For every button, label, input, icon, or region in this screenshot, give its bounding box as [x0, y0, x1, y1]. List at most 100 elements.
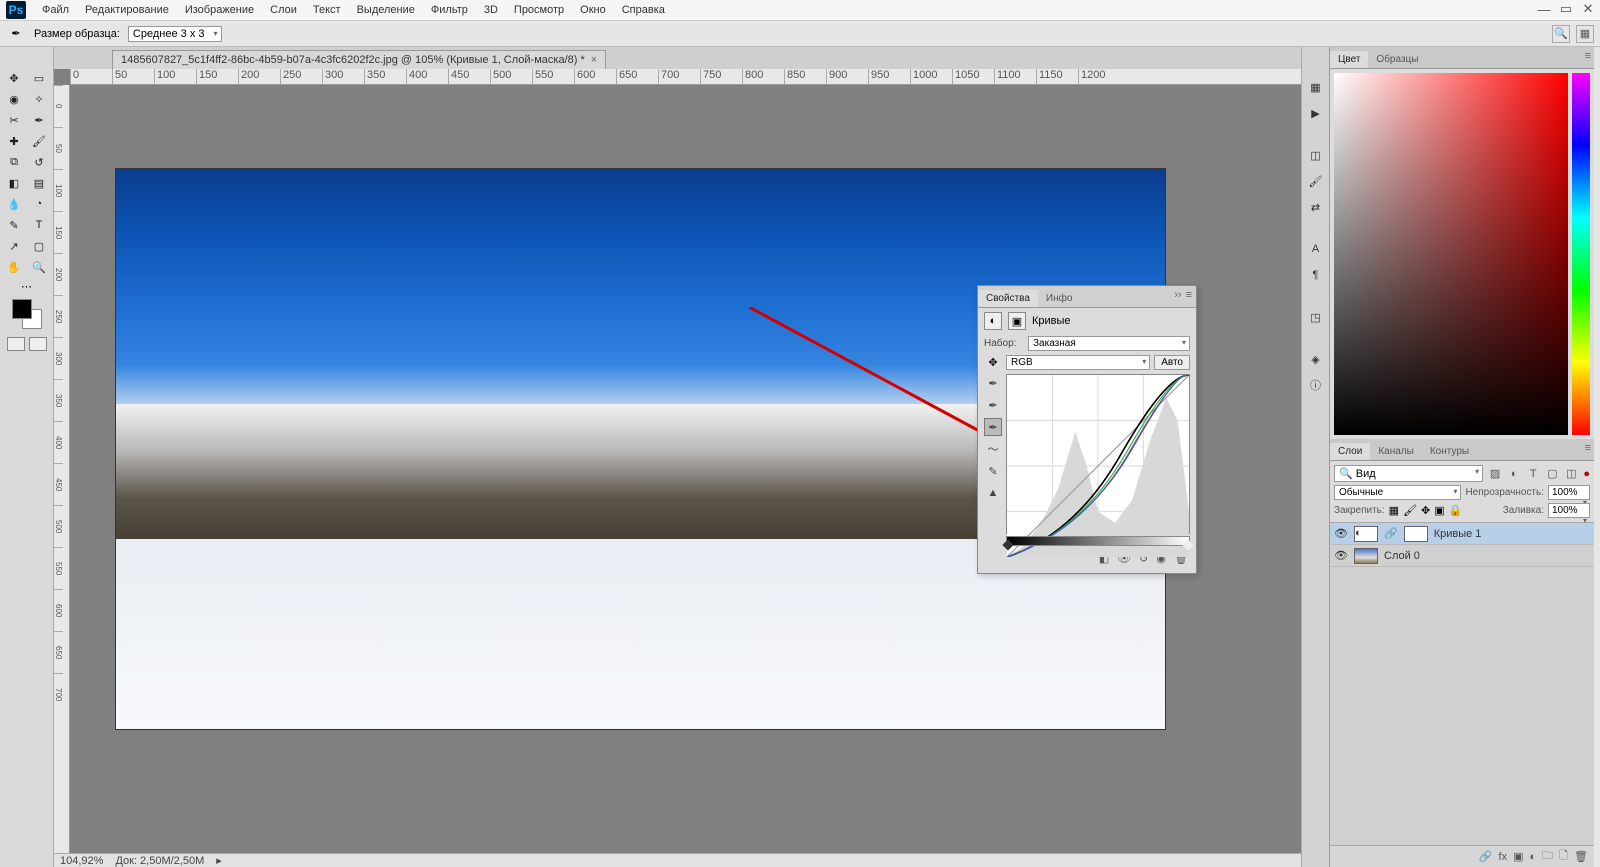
path-tool[interactable]: ↗: [3, 237, 25, 255]
close-button[interactable]: ✕: [1580, 2, 1596, 16]
menu-edit[interactable]: Редактирование: [77, 4, 177, 16]
tab-info[interactable]: Инфо: [1038, 290, 1081, 307]
menu-view[interactable]: Просмотр: [506, 4, 572, 16]
eyedropper-tool[interactable]: ✒: [28, 111, 50, 129]
curve-pencil-icon[interactable]: ✎: [984, 462, 1002, 480]
brush-tool[interactable]: 🖌: [28, 132, 50, 150]
new-group-icon[interactable]: 🗀: [1542, 847, 1553, 866]
pen-tool[interactable]: ✎: [3, 216, 25, 234]
tab-close-icon[interactable]: ×: [591, 54, 597, 66]
menu-image[interactable]: Изображение: [177, 4, 262, 16]
layer-thumbnail[interactable]: [1354, 548, 1378, 564]
link-layers-icon[interactable]: 🔗: [1479, 850, 1493, 863]
opacity-input[interactable]: 100%: [1548, 485, 1590, 500]
brushes-icon[interactable]: 🖌: [1306, 171, 1326, 191]
input-range-slider[interactable]: [1006, 536, 1190, 546]
link-icon[interactable]: 🔗: [1384, 527, 1398, 540]
stamp-tool[interactable]: ⧉: [3, 153, 25, 171]
crop-tool[interactable]: ✂: [3, 111, 25, 129]
auto-button[interactable]: Авто: [1154, 355, 1190, 370]
black-point-eyedropper[interactable]: ✒: [984, 374, 1002, 392]
layer-name[interactable]: Кривые 1: [1434, 528, 1482, 540]
adjustment-thumbnail[interactable]: ◐: [1354, 526, 1378, 542]
gray-point-eyedropper[interactable]: ✒: [984, 396, 1002, 414]
quickmask-toggle[interactable]: [7, 337, 25, 351]
color-panel-menu-icon[interactable]: ≡: [1585, 50, 1591, 62]
panel-menu-icon[interactable]: ≡: [1186, 289, 1192, 301]
layer-kind-filter[interactable]: 🔍 Вид: [1334, 465, 1483, 482]
tab-layers[interactable]: Слои: [1330, 443, 1370, 460]
white-point-eyedropper[interactable]: ✒: [984, 418, 1002, 436]
hand-tool[interactable]: ✋: [3, 258, 25, 276]
move-tool[interactable]: ✥: [3, 69, 25, 87]
delete-layer-icon[interactable]: 🗑: [1574, 850, 1588, 863]
new-layer-icon[interactable]: 🗋: [1559, 847, 1568, 866]
collapse-icon[interactable]: ››: [1174, 289, 1181, 301]
adjustments-icon[interactable]: ⇄: [1306, 197, 1326, 217]
maximize-button[interactable]: ▭: [1558, 2, 1574, 16]
3d-icon[interactable]: ◳: [1306, 307, 1326, 327]
lock-artboard-icon[interactable]: ▣: [1434, 504, 1444, 517]
shape-tool[interactable]: ▢: [28, 237, 50, 255]
menu-select[interactable]: Выделение: [349, 4, 423, 16]
lock-position-icon[interactable]: ✥: [1421, 504, 1430, 517]
hue-slider[interactable]: [1572, 73, 1590, 435]
edit-toolbar-button[interactable]: ⋯: [21, 280, 32, 293]
menu-help[interactable]: Справка: [614, 4, 673, 16]
menu-file[interactable]: Файл: [34, 4, 77, 16]
mask-thumbnail[interactable]: [1404, 526, 1428, 542]
color-field[interactable]: [1334, 73, 1568, 435]
layer-mask-icon[interactable]: ▣: [1513, 850, 1523, 863]
curves-graph[interactable]: [1006, 374, 1190, 534]
sample-size-dropdown[interactable]: Среднее 3 x 3: [128, 26, 222, 42]
eraser-tool[interactable]: ◧: [3, 174, 25, 192]
lock-transparent-icon[interactable]: ▦: [1389, 504, 1399, 517]
lasso-tool[interactable]: ◉: [3, 90, 25, 108]
history-icon[interactable]: ▦: [1306, 77, 1326, 97]
curve-edit-icon[interactable]: 〜: [984, 440, 1002, 458]
menu-window[interactable]: Окно: [572, 4, 614, 16]
type-tool[interactable]: T: [28, 216, 50, 234]
tab-channels[interactable]: Каналы: [1370, 443, 1422, 460]
dodge-tool[interactable]: ◔: [28, 195, 50, 213]
menu-3d[interactable]: 3D: [476, 4, 506, 16]
lock-image-icon[interactable]: 🖌: [1403, 504, 1417, 517]
layer-effects-icon[interactable]: fx: [1499, 851, 1508, 863]
layer-name[interactable]: Слой 0: [1384, 550, 1420, 562]
marquee-tool[interactable]: ▭: [28, 69, 50, 87]
blend-mode-dropdown[interactable]: Обычные: [1334, 485, 1461, 500]
info-icon[interactable]: ⓘ: [1306, 375, 1326, 395]
curve-clip-icon[interactable]: ▲: [984, 484, 1002, 502]
layer-row[interactable]: 👁 Слой 0: [1330, 545, 1594, 567]
menu-layers[interactable]: Слои: [262, 4, 305, 16]
character-icon[interactable]: A: [1306, 239, 1326, 259]
zoom-readout[interactable]: 104,92%: [60, 855, 103, 867]
channel-dropdown[interactable]: RGB: [1006, 355, 1150, 370]
lock-all-icon[interactable]: 🔒: [1449, 504, 1463, 517]
filter-shape-icon[interactable]: ▢: [1544, 467, 1560, 480]
actions-icon[interactable]: ▶: [1306, 103, 1326, 123]
gradient-tool[interactable]: ▤: [28, 174, 50, 192]
filter-type-icon[interactable]: T: [1525, 468, 1541, 480]
tab-paths[interactable]: Контуры: [1422, 443, 1477, 460]
blur-tool[interactable]: 💧: [3, 195, 25, 213]
visibility-icon[interactable]: 👁: [1334, 549, 1348, 562]
libraries-icon[interactable]: ◫: [1306, 145, 1326, 165]
screenmode-toggle[interactable]: [29, 337, 47, 351]
preset-dropdown[interactable]: Заказная: [1028, 336, 1190, 351]
tab-swatches[interactable]: Образцы: [1368, 51, 1426, 68]
paragraph-icon[interactable]: ¶: [1306, 265, 1326, 285]
layers-panel-menu-icon[interactable]: ≡: [1585, 442, 1591, 454]
menu-type[interactable]: Текст: [305, 4, 349, 16]
properties-panel[interactable]: Свойства Инфо ›› ≡ ◐ ▣ Кривые Набор: Зак…: [977, 285, 1197, 574]
search-icon[interactable]: 🔍: [1552, 25, 1570, 43]
magic-wand-tool[interactable]: ✧: [28, 90, 50, 108]
fill-input[interactable]: 100%: [1548, 503, 1590, 518]
zoom-tool[interactable]: 🔍: [28, 258, 50, 276]
layer-row[interactable]: 👁 ◐ 🔗 Кривые 1: [1330, 523, 1594, 545]
visibility-icon[interactable]: 👁: [1334, 527, 1348, 540]
tab-properties[interactable]: Свойства: [978, 290, 1038, 307]
tab-color[interactable]: Цвет: [1330, 51, 1368, 68]
document-tab[interactable]: 1485607827_5c1f4ff2-86bc-4b59-b07a-4c3fc…: [112, 50, 606, 69]
menu-filter[interactable]: Фильтр: [423, 4, 476, 16]
